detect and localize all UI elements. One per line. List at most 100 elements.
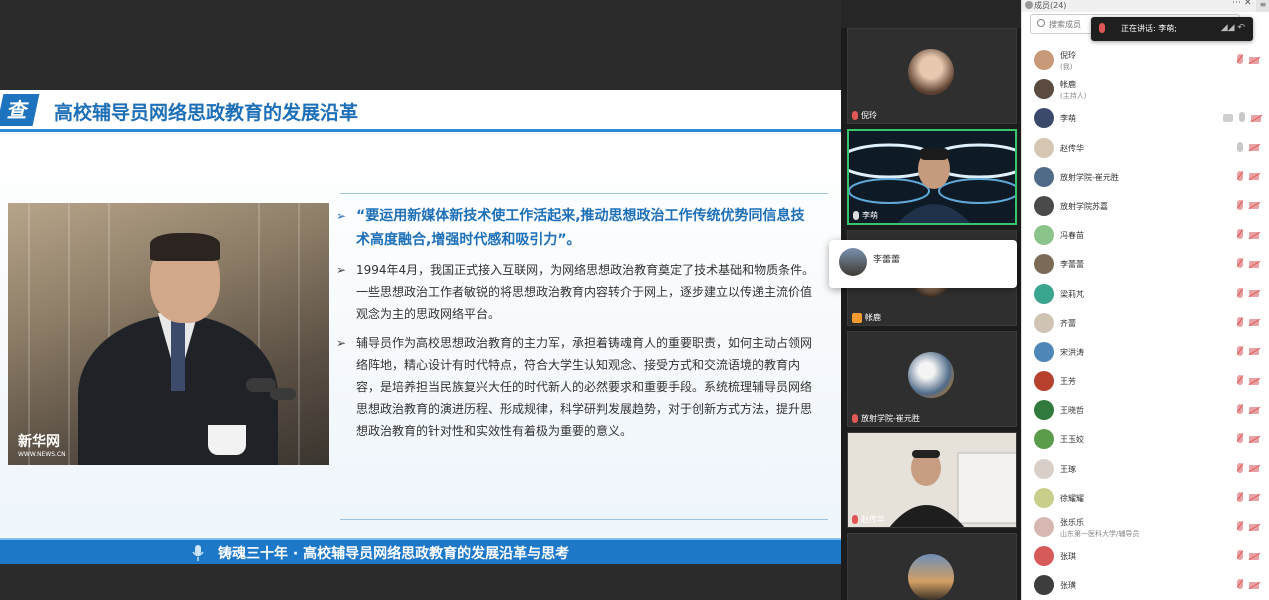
camera-off-icon[interactable] (1249, 581, 1259, 589)
divider-bottom (340, 519, 828, 520)
mic-muted-icon[interactable] (1237, 229, 1243, 240)
camera-off-icon[interactable] (1249, 406, 1259, 414)
camera-off-icon[interactable] (1249, 552, 1259, 560)
video-tile[interactable]: 放射学院-崔元胜 (847, 331, 1017, 427)
member-name: 张琪 (1060, 552, 1076, 562)
member-row[interactable]: 宋洪涛 (1022, 337, 1269, 366)
video-tile[interactable]: 倪玲 (847, 28, 1017, 124)
avatar (839, 248, 867, 276)
camera-off-icon[interactable] (1249, 523, 1259, 531)
member-row[interactable]: 王芳 (1022, 366, 1269, 395)
tile-name: 赵传华 (861, 515, 885, 524)
member-name: 齐蕾 (1060, 318, 1076, 328)
host-icon (852, 312, 862, 323)
mic-muted-icon[interactable] (1237, 491, 1243, 502)
member-panel: 成员(24) ⋯ ✕ ≡ 倪玲 (我) 帐鹿 (主持人) 李萌赵传华放射学院-崔元胜放射… (1021, 0, 1269, 600)
video-tile[interactable] (847, 533, 1017, 600)
video-tile[interactable]: 赵传华 (847, 432, 1017, 528)
mic-muted-icon[interactable] (1237, 54, 1243, 64)
member-row[interactable]: 张琪 (1022, 541, 1269, 570)
avatar (1034, 79, 1054, 100)
member-row[interactable]: 王晓哲 (1022, 395, 1269, 424)
close-icon[interactable]: ✕ (1244, 0, 1252, 8)
speaking-controls[interactable]: ◢◢ ↶ (1221, 23, 1245, 33)
mic-muted-icon[interactable] (1237, 345, 1243, 356)
bullet-item: ➢ 辅导员作为高校思想政治教育的主力军，承担着铸魂育人的重要职责，如何主动占领网… (336, 332, 816, 442)
member-row[interactable]: 王琢 (1022, 454, 1269, 483)
member-row[interactable]: 张璜 (1022, 570, 1269, 599)
arrow-icon: ➢ (336, 209, 347, 223)
mic-muted-icon[interactable] (1237, 433, 1243, 444)
video-tile-active[interactable]: 李萌 (847, 129, 1017, 225)
camera-off-icon[interactable] (1249, 465, 1259, 473)
member-row[interactable]: 赵传华 (1022, 133, 1269, 162)
member-row[interactable]: 王玉姣 (1022, 424, 1269, 453)
mic-icon[interactable] (1239, 112, 1245, 123)
mic-muted-icon[interactable] (1237, 170, 1243, 181)
mic-muted-icon[interactable] (1237, 579, 1243, 590)
camera-off-icon[interactable] (1249, 260, 1259, 268)
mic-muted-icon[interactable] (1237, 521, 1243, 531)
avatar (1034, 137, 1054, 158)
speaking-label: 正在讲话: 李萌; (1121, 24, 1177, 33)
mic-muted-icon[interactable] (1237, 375, 1243, 386)
member-row[interactable]: 徐耀耀 (1022, 483, 1269, 512)
mic-muted-icon[interactable] (1237, 258, 1243, 269)
avatar (1034, 166, 1054, 187)
member-name: 梁莉芃 (1060, 289, 1084, 299)
member-row[interactable]: 李萌 (1022, 103, 1269, 132)
member-name: 宋洪涛 (1060, 347, 1084, 357)
member-row[interactable]: 倪玲 (我) (1022, 45, 1269, 74)
more-icon[interactable]: ⋯ (1232, 0, 1241, 8)
avatar (908, 554, 954, 600)
camera-off-icon[interactable] (1249, 494, 1259, 502)
member-name: 放射学院苏嘉 (1060, 201, 1108, 211)
member-name: 王晓哲 (1060, 406, 1084, 416)
avatar (1034, 225, 1054, 246)
member-subtitle: (主持人) (1060, 92, 1087, 101)
member-row[interactable]: 放射学院-崔元胜 (1022, 162, 1269, 191)
mic-muted-icon[interactable] (1237, 462, 1243, 473)
member-name: 徐耀耀 (1060, 493, 1084, 503)
member-list[interactable]: 倪玲 (我) 帐鹿 (主持人) 李萌赵传华 放射学院-崔元胜放射学院苏嘉冯春苗 李蕾蕾梁莉芃… (1022, 45, 1269, 600)
avatar (1034, 546, 1054, 567)
camera-off-icon[interactable] (1249, 290, 1259, 297)
speaking-indicator: 正在讲话: 李萌; ◢◢ ↶ (1091, 17, 1253, 41)
member-name: 李萌 (1060, 114, 1076, 124)
menu-icon[interactable]: ≡ (1256, 0, 1269, 12)
member-row[interactable]: 帐鹿 (主持人) (1022, 74, 1269, 103)
participant-popup[interactable]: 李蕾蕾 (829, 240, 1017, 288)
camera-off-icon[interactable] (1249, 319, 1259, 327)
member-name: 倪玲 (1060, 51, 1076, 60)
footer-title: 铸魂三十年 · 高校辅导员网络思政教育的发展沿革与思考 (218, 546, 570, 562)
member-row[interactable]: 冯春苗 (1022, 220, 1269, 249)
mic-muted-icon[interactable] (1237, 287, 1243, 298)
member-row[interactable]: 齐蕾 (1022, 308, 1269, 337)
members-icon (1025, 1, 1033, 9)
mic-muted-icon[interactable] (1237, 316, 1243, 327)
camera-off-icon[interactable] (1249, 56, 1259, 64)
camera-off-icon[interactable] (1249, 435, 1259, 443)
speaker-photo: 新华网 WWW.NEWS.CN (8, 203, 329, 465)
mic-icon[interactable] (1237, 141, 1243, 152)
camera-off-icon[interactable] (1251, 114, 1261, 122)
camera-off-icon[interactable] (1249, 231, 1259, 239)
member-row[interactable]: 李蕾蕾 (1022, 249, 1269, 278)
photo-watermark-sub: WWW.NEWS.CN (18, 451, 66, 458)
slide-header: 查 高校辅导员网络思政教育的发展沿革 (0, 90, 841, 132)
mic-muted-icon[interactable] (1237, 404, 1243, 415)
mic-muted-icon[interactable] (1237, 550, 1243, 561)
chat-icon[interactable] (1223, 113, 1233, 122)
member-row[interactable]: 张乐乐 山东第一医科大学/辅导员 (1022, 512, 1269, 541)
camera-off-icon[interactable] (1249, 173, 1259, 181)
camera-off-icon[interactable] (1249, 144, 1259, 152)
camera-off-icon[interactable] (1249, 377, 1259, 385)
mic-muted-icon[interactable] (1237, 199, 1243, 210)
member-row[interactable]: 放射学院苏嘉 (1022, 191, 1269, 220)
camera-off-icon[interactable] (1249, 348, 1259, 356)
mic-icon (853, 211, 859, 220)
microphone-icon (192, 544, 206, 562)
video-gallery[interactable]: 倪玲 李萌 帐鹿 放射学院-崔元胜 赵传华 (841, 0, 1021, 600)
camera-off-icon[interactable] (1249, 202, 1259, 210)
member-row[interactable]: 梁莉芃 (1022, 279, 1269, 308)
